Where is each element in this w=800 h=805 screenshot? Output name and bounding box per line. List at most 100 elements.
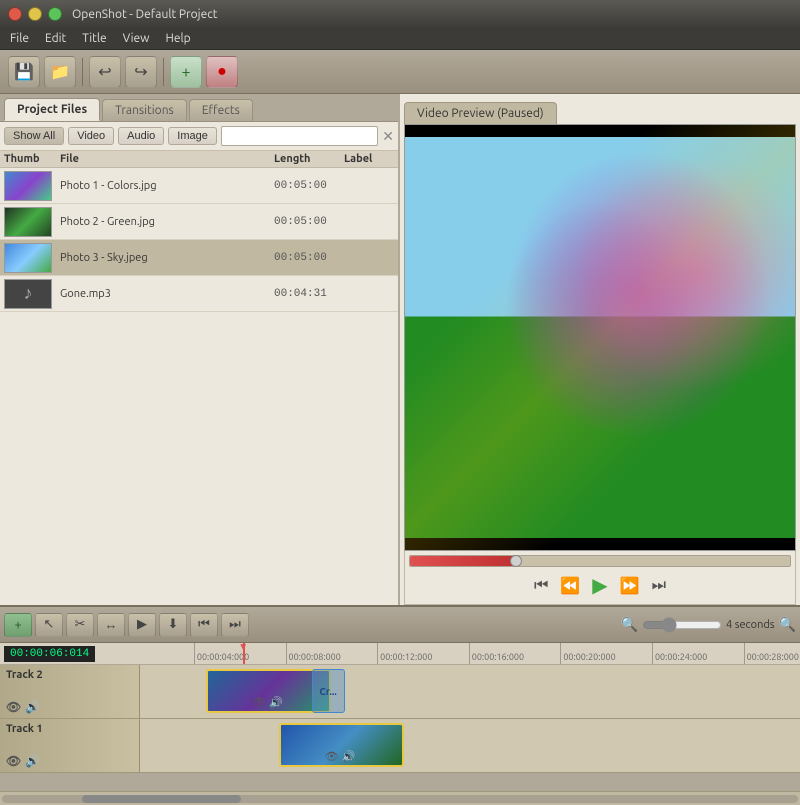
add-button[interactable]: + <box>170 56 202 88</box>
file-list: Thumb File Length Label Photo 1 - Colors… <box>0 151 398 605</box>
progress-bar[interactable] <box>409 555 791 567</box>
forward-button[interactable]: ⏩ <box>616 574 644 598</box>
redo-button[interactable]: ↪ <box>125 56 157 88</box>
filter-video-button[interactable]: Video <box>68 127 114 145</box>
video-bottombar <box>405 538 795 550</box>
go-start-button[interactable]: ⏮ <box>190 613 218 637</box>
rewind-start-button[interactable]: ⏮ <box>530 575 552 597</box>
record-button[interactable]: ● <box>206 56 238 88</box>
select-tool-button[interactable]: ↖ <box>35 613 63 637</box>
filter-bar: Show All Video Audio Image ✕ <box>0 122 398 151</box>
zoom-label: 4 seconds <box>726 619 775 631</box>
filter-all-button[interactable]: Show All <box>4 127 64 145</box>
save-button[interactable]: 💾 <box>8 56 40 88</box>
titlebar: OpenShot - Default Project <box>0 0 800 28</box>
cut-tool-button[interactable]: ✂ <box>66 613 94 637</box>
save-icon: 💾 <box>14 62 34 81</box>
menubar: File Edit Title View Help <box>0 28 800 50</box>
maximize-button[interactable] <box>48 7 62 21</box>
move-icon: ↔ <box>105 617 118 632</box>
menu-edit[interactable]: Edit <box>39 30 72 47</box>
cut-icon: ✂ <box>75 617 86 632</box>
transition-label: Cr... <box>319 686 336 697</box>
clip-photo3[interactable]: Photo 3 - Sky.j... 👁 🔊 <box>279 723 404 767</box>
menu-view[interactable]: View <box>117 30 156 47</box>
toolbar-separator <box>82 58 83 86</box>
move-tool-button[interactable]: ↔ <box>97 613 125 637</box>
download-button[interactable]: ⬇ <box>159 613 187 637</box>
rewind-button[interactable]: ⏪ <box>556 574 584 598</box>
timeline-toolbar: + ↖ ✂ ↔ ▶ ⬇ ⏮ ⏭ 🔍 4 seconds 🔍 <box>0 607 800 643</box>
audio-icon[interactable]: 🔊 <box>25 700 40 714</box>
table-row[interactable]: Photo 2 - Green.jpg 00:05:00 <box>0 204 398 240</box>
video-frame <box>405 125 795 550</box>
insert-icon: ▶ <box>137 617 147 632</box>
menu-file[interactable]: File <box>4 30 35 47</box>
scrollbar-track[interactable] <box>2 795 798 803</box>
insert-tool-button[interactable]: ▶ <box>128 613 156 637</box>
zoom-out-icon[interactable]: 🔍 <box>621 616 638 633</box>
transition-overlay[interactable]: Cr... <box>312 669 345 713</box>
forward-end-button[interactable]: ⏭ <box>648 575 670 597</box>
track-row-2: Track 2 👁 🔊 Photo 1 - Color... 👁 🔊 <box>0 665 800 719</box>
add-track-icon: + <box>14 618 21 632</box>
search-clear-icon[interactable]: ✕ <box>382 128 394 145</box>
undo-icon: ↩ <box>98 62 111 81</box>
menu-help[interactable]: Help <box>159 30 196 47</box>
ruler-tick: 00:00:20:000 <box>560 643 615 664</box>
track-1-icons: 👁 🔊 <box>6 754 133 768</box>
track-2-name: Track 2 <box>6 669 133 681</box>
track-2-icons: 👁 🔊 <box>6 700 133 714</box>
zoom-slider[interactable] <box>642 617 722 633</box>
playhead[interactable] <box>243 643 245 664</box>
left-panel: Project Files Transitions Effects Show A… <box>0 94 400 605</box>
undo-button[interactable]: ↩ <box>89 56 121 88</box>
toolbar-separator-2 <box>163 58 164 86</box>
add-icon: + <box>181 63 190 81</box>
main-content: Project Files Transitions Effects Show A… <box>0 94 800 605</box>
menu-title[interactable]: Title <box>76 30 112 47</box>
tab-project-files[interactable]: Project Files <box>4 98 100 121</box>
redo-icon: ↪ <box>134 62 147 81</box>
timeline-ruler[interactable]: 00:00:04:00000:00:08:00000:00:12:00000:0… <box>95 643 800 664</box>
scrollbar-thumb[interactable] <box>82 795 241 803</box>
table-row[interactable]: Photo 3 - Sky.jpeg 00:05:00 <box>0 240 398 276</box>
filter-image-button[interactable]: Image <box>168 127 217 145</box>
import-button[interactable]: 📁 <box>44 56 76 88</box>
table-row[interactable]: Photo 1 - Colors.jpg 00:05:00 <box>0 168 398 204</box>
file-thumbnail <box>4 243 52 273</box>
preview-tab[interactable]: Video Preview (Paused) <box>404 102 557 124</box>
record-icon: ● <box>217 62 227 81</box>
audio-icon[interactable]: 🔊 <box>25 754 40 768</box>
visibility-icon[interactable]: 👁 <box>6 754 21 768</box>
ruler-tick: 00:00:08:000 <box>286 643 341 664</box>
tab-effects[interactable]: Effects <box>189 99 253 121</box>
file-thumbnail <box>4 207 52 237</box>
main-toolbar: 💾 📁 ↩ ↪ + ● <box>0 50 800 94</box>
timecode-bar: 00:00:06:014 00:00:04:00000:00:08:00000:… <box>0 643 800 665</box>
track-1-content[interactable]: Photo 3 - Sky.j... 👁 🔊 <box>140 719 800 772</box>
play-button[interactable]: ▶ <box>588 571 611 600</box>
filter-audio-button[interactable]: Audio <box>118 127 164 145</box>
go-end-button[interactable]: ⏭ <box>221 613 249 637</box>
minimize-button[interactable] <box>28 7 42 21</box>
start-icon: ⏮ <box>198 617 210 632</box>
search-input[interactable] <box>221 126 378 146</box>
track-1-name: Track 1 <box>6 723 133 735</box>
table-row[interactable]: ♪ Gone.mp3 00:04:31 <box>0 276 398 312</box>
timeline-section: + ↖ ✂ ↔ ▶ ⬇ ⏮ ⏭ 🔍 4 seconds 🔍 00 <box>0 605 800 805</box>
file-thumbnail: ♪ <box>4 279 52 309</box>
file-thumbnail <box>4 171 52 201</box>
end-icon: ⏭ <box>229 617 241 632</box>
add-track-button[interactable]: + <box>4 613 32 637</box>
right-panel: Video Preview (Paused) ⏮ ⏪ ▶ ⏩ ⏭ <box>400 94 800 605</box>
progress-fill <box>410 556 516 566</box>
video-preview[interactable] <box>404 124 796 551</box>
zoom-in-icon[interactable]: 🔍 <box>779 616 796 633</box>
track-2-content[interactable]: Photo 1 - Color... 👁 🔊 Cr... <box>140 665 800 718</box>
tab-transitions[interactable]: Transitions <box>102 99 187 121</box>
zoom-area: 🔍 4 seconds 🔍 <box>621 616 796 633</box>
tabs-bar: Project Files Transitions Effects <box>0 94 398 122</box>
close-button[interactable] <box>8 7 22 21</box>
visibility-icon[interactable]: 👁 <box>6 700 21 714</box>
